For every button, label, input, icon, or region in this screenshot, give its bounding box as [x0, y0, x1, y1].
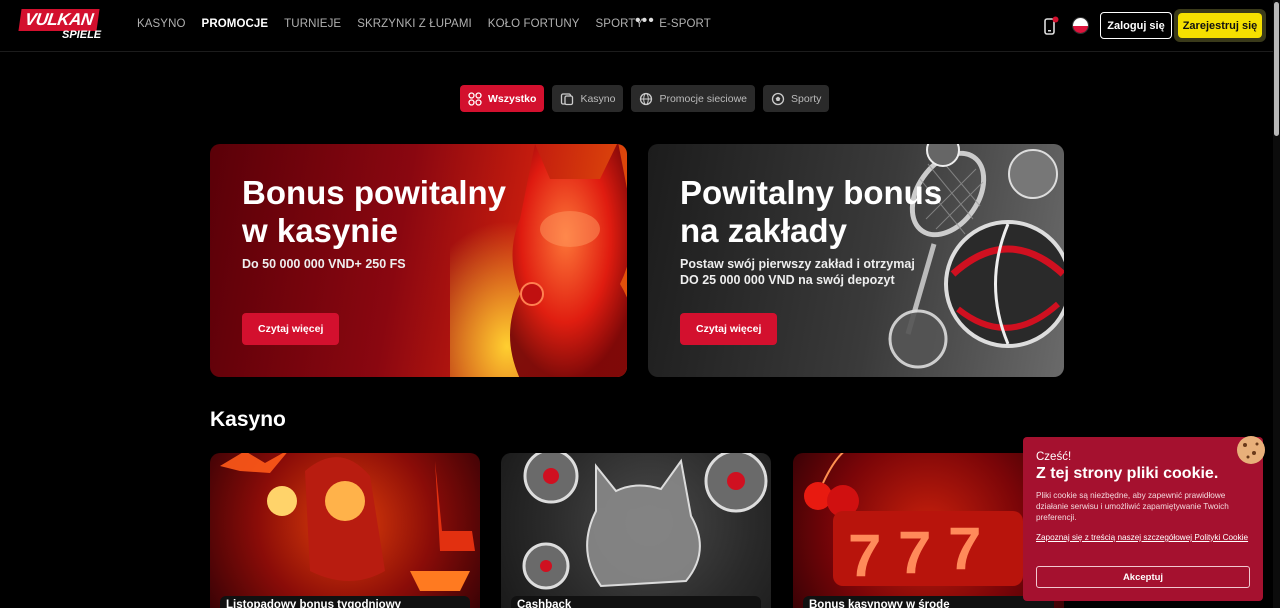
cookie-consent-banner: Cześć! Z tej strony pliki cookie. Pliki … [1023, 436, 1265, 601]
nav-item-skrzynki[interactable]: SKRZYNKI Z ŁUPAMI [357, 18, 472, 30]
nav-item-esport[interactable]: E-SPORT [659, 18, 711, 30]
register-button[interactable]: Zarejestruj się [1178, 13, 1262, 38]
svg-text:7: 7 [848, 522, 881, 589]
nav-item-kolo-fortuny[interactable]: KOŁO FORTUNY [488, 18, 580, 30]
hero-card-sport-bonus[interactable]: Powitalny bonus na zakłady Postaw swój p… [648, 144, 1064, 377]
hero-card-casino-bonus[interactable]: Bonus powitalny w kasynie Do 50 000 000 … [210, 144, 627, 377]
promo-filter-tabs: Wszystko Kasyno Promocje sieciowe Sporty [460, 85, 830, 112]
svg-text:7: 7 [948, 515, 981, 582]
hero-title-line: Bonus powitalny [242, 174, 506, 211]
nav-item-turnieje[interactable]: TURNIEJE [284, 18, 341, 30]
cookie-policy-link[interactable]: Zapoznaj się z treścią naszej szczegółow… [1036, 532, 1250, 543]
grid-icon [468, 91, 482, 106]
hero-subtitle: Do 50 000 000 VND+ 250 FS [242, 257, 406, 271]
tab-promocje-sieciowe[interactable]: Promocje sieciowe [631, 85, 756, 112]
hero-title-line: na zakłady [680, 212, 847, 249]
globe-icon [640, 92, 653, 105]
piggy-bank-illustration [522, 453, 768, 590]
tab-kasyno[interactable]: Kasyno [552, 85, 624, 112]
support-phone-icon[interactable] [1043, 16, 1059, 36]
cookie-title: Z tej strony pliki cookie. [1036, 465, 1219, 482]
hero-subtitle-line: DO 25 000 000 VND na swój depozyt [680, 273, 895, 287]
tab-wszystko[interactable]: Wszystko [460, 85, 545, 112]
ball-icon [771, 92, 785, 105]
section-title-kasyno: Kasyno [210, 408, 286, 431]
card-title: Cashback [511, 596, 761, 608]
cookie-greeting: Cześć! [1036, 451, 1072, 463]
tab-label: Promocje sieciowe [659, 92, 748, 105]
read-more-button[interactable]: Czytaj więcej [242, 313, 340, 345]
hero-title: Powitalny bonus na zakłady [680, 174, 942, 250]
accept-cookies-button[interactable]: Akceptuj [1036, 566, 1250, 588]
logo-text: VULKAN [18, 9, 100, 31]
nav-item-kasyno[interactable]: KASYNO [137, 18, 186, 30]
tab-sporty[interactable]: Sporty [763, 85, 830, 112]
cookie-description: Pliki cookie są niezbędne, aby zapewnić … [1036, 491, 1229, 522]
promo-card-weekly-bonus[interactable]: Listopadowy bonus tygodniowy [210, 453, 480, 608]
svg-text:7: 7 [898, 519, 931, 586]
tab-label: Kasyno [580, 92, 616, 105]
register-button-focus-ring: Zarejestruj się [1174, 9, 1266, 42]
vulkan-logo[interactable]: VULKAN SPIELE [18, 9, 110, 43]
read-more-button[interactable]: Czytaj więcej [680, 313, 778, 345]
tab-label: Wszystko [488, 92, 537, 105]
login-button[interactable]: Zaloguj się [1100, 12, 1172, 39]
cookie-icon [1237, 436, 1265, 464]
hero-title-line: w kasynie [242, 212, 398, 249]
card-title: Listopadowy bonus tygodniowy [220, 596, 470, 608]
page-scrollbar[interactable] [1273, 0, 1280, 608]
hero-title: Bonus powitalny w kasynie [242, 174, 506, 250]
ellipsis-icon[interactable]: ••• [635, 12, 655, 30]
top-header: VULKAN SPIELE KASYNO PROMOCJE TURNIEJE S… [0, 0, 1280, 52]
tab-label: Sporty [791, 92, 822, 105]
logo-subtext: SPIELE [62, 29, 102, 41]
poland-flag-icon[interactable] [1072, 17, 1089, 34]
promo-card-cashback[interactable]: Cashback [501, 453, 771, 608]
witch-illustration [220, 453, 475, 591]
card-title: Bonus kasynowy w środę [803, 596, 1054, 608]
scrollbar-thumb[interactable] [1274, 2, 1279, 136]
hero-title-line: Powitalny bonus [680, 174, 943, 211]
main-nav: KASYNO PROMOCJE TURNIEJE SKRZYNKI Z ŁUPA… [137, 18, 711, 30]
hero-subtitle-line: Postaw swój pierwszy zakład i otrzymaj [680, 257, 915, 271]
casino-icon [561, 92, 574, 105]
nav-item-promocje[interactable]: PROMOCJE [202, 18, 269, 30]
